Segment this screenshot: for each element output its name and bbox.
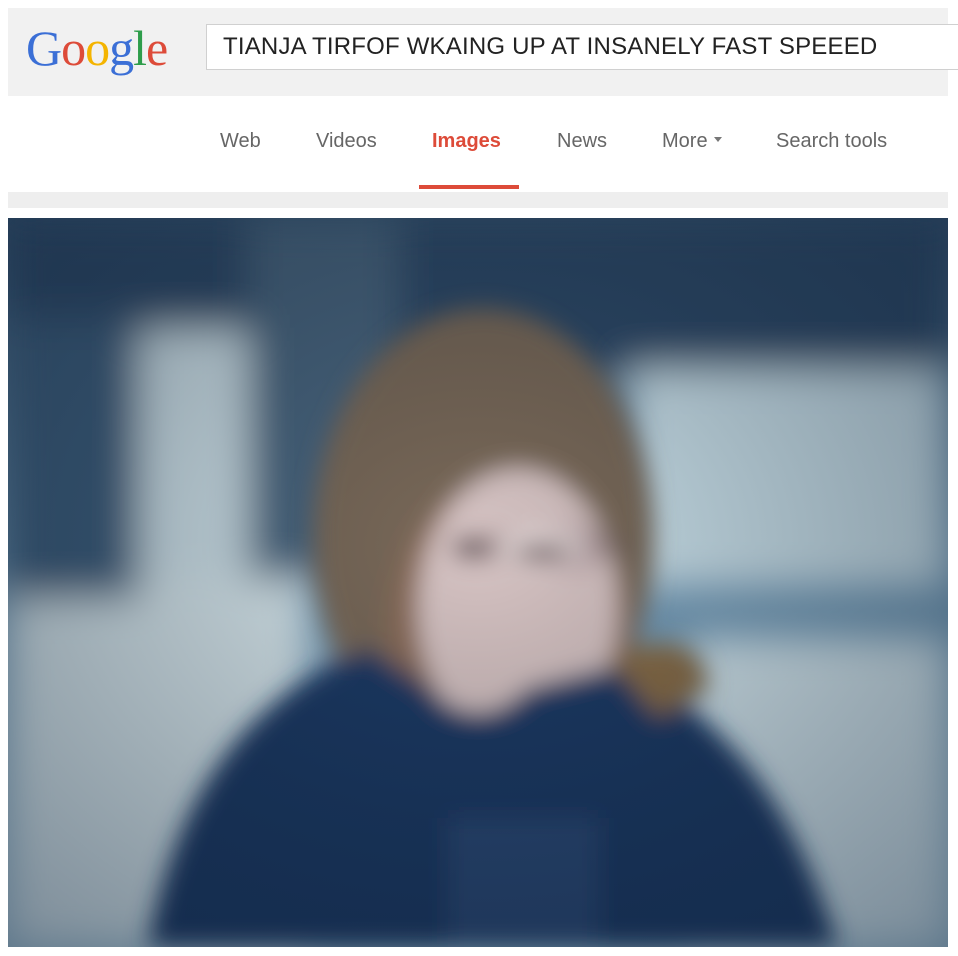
tab-search-tools[interactable]: Search tools xyxy=(776,130,887,153)
google-logo[interactable]: Google xyxy=(26,18,168,78)
google-header-bar: Google TIANJA TIRFOF WKAING UP AT INSANE… xyxy=(8,8,958,96)
search-input[interactable]: TIANJA TIRFOF WKAING UP AT INSANELY FAST… xyxy=(206,24,958,70)
tab-more[interactable]: More xyxy=(662,130,722,153)
photo-illustration xyxy=(8,218,948,947)
blurred-photo[interactable] xyxy=(8,218,948,947)
logo-letter-5: l xyxy=(133,20,147,76)
chevron-down-icon xyxy=(713,137,722,143)
logo-letter-6: e xyxy=(146,20,168,76)
tab-news[interactable]: News xyxy=(557,130,607,153)
search-query-text: TIANJA TIRFOF WKAING UP AT INSANELY FAST… xyxy=(223,33,878,60)
logo-letter-4: g xyxy=(109,20,134,76)
active-tab-indicator xyxy=(419,185,519,189)
tab-images[interactable]: Images xyxy=(432,130,501,153)
tab-more-label: More xyxy=(662,130,708,152)
search-tabs: Web Videos Images News More Search tools xyxy=(0,96,958,192)
tab-web[interactable]: Web xyxy=(220,130,261,153)
divider xyxy=(8,192,948,208)
logo-letter-1: G xyxy=(26,20,62,76)
logo-letter-3: o xyxy=(85,20,110,76)
tab-videos[interactable]: Videos xyxy=(316,130,377,153)
logo-letter-2: o xyxy=(61,20,86,76)
